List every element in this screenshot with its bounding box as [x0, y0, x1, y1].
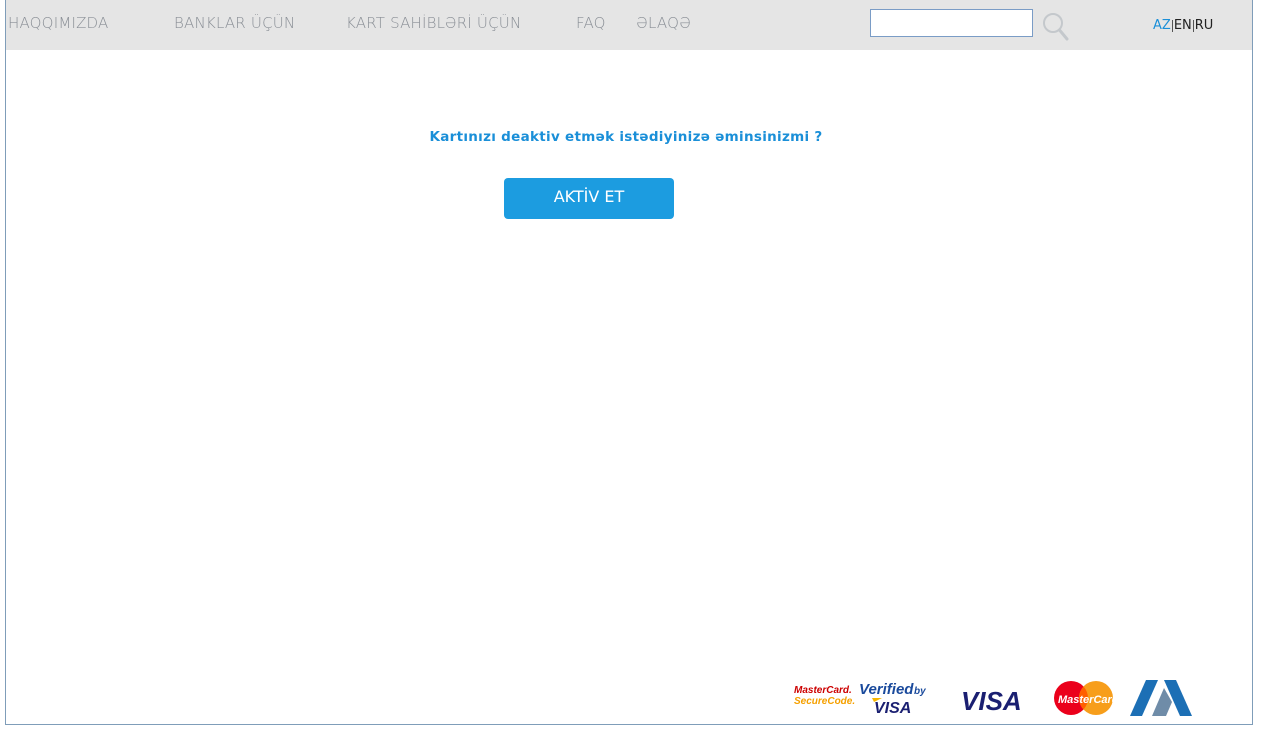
- mastercard-text: MasterCard: [1058, 694, 1119, 706]
- search-icon: [1043, 13, 1069, 41]
- top-navigation-bar: HAQQIMIZDA BANKLAR ÜÇÜN KART SAHİBLƏRİ Ü…: [6, 0, 1252, 50]
- visa-logo: VISA: [961, 686, 1022, 716]
- mastercard-securecode-line2: SecureCode.: [794, 696, 855, 707]
- lang-divider: [1192, 19, 1194, 32]
- verified-by-visa-logo: Verified by VISA: [859, 681, 926, 717]
- mastercard-securecode-line1: MasterCard.: [794, 685, 852, 696]
- nav-item-for-banks[interactable]: BANKLAR ÜÇÜN: [174, 14, 295, 32]
- mastercard-logo: MasterCard: [1054, 681, 1119, 715]
- page-frame: HAQQIMIZDA BANKLAR ÜÇÜN KART SAHİBLƏRİ Ü…: [5, 0, 1253, 725]
- verified-text: Verified: [859, 681, 914, 698]
- confirmation-question: Kartınızı deaktiv etmək istədiyinizə əmi…: [429, 129, 823, 145]
- verified-by-text: by: [914, 686, 926, 697]
- nav-item-faq[interactable]: FAQ: [576, 14, 606, 32]
- lang-ru[interactable]: RU: [1195, 18, 1214, 33]
- language-switcher: AZ EN RU: [1153, 18, 1213, 33]
- lang-divider: [1171, 19, 1173, 32]
- verified-visa-text: VISA: [874, 700, 911, 717]
- mastercard-securecode-logo: MasterCard. SecureCode.: [794, 685, 855, 707]
- lang-az[interactable]: AZ: [1153, 18, 1171, 33]
- m-brand-logo: [1130, 680, 1192, 716]
- nav-item-for-cardholders[interactable]: KART SAHİBLƏRİ ÜÇÜN: [346, 14, 521, 32]
- activate-button[interactable]: AKTİV ET: [504, 178, 674, 219]
- lang-en[interactable]: EN: [1174, 18, 1192, 33]
- visa-text: VISA: [961, 686, 1022, 716]
- nav-item-contact[interactable]: ƏLAQƏ: [636, 14, 691, 32]
- payment-logos: MasterCard. SecureCode. Verified by VISA…: [786, 676, 1206, 720]
- search-button[interactable]: [1040, 9, 1072, 43]
- search-input[interactable]: [870, 9, 1033, 37]
- nav-item-about[interactable]: HAQQIMIZDA: [8, 14, 109, 32]
